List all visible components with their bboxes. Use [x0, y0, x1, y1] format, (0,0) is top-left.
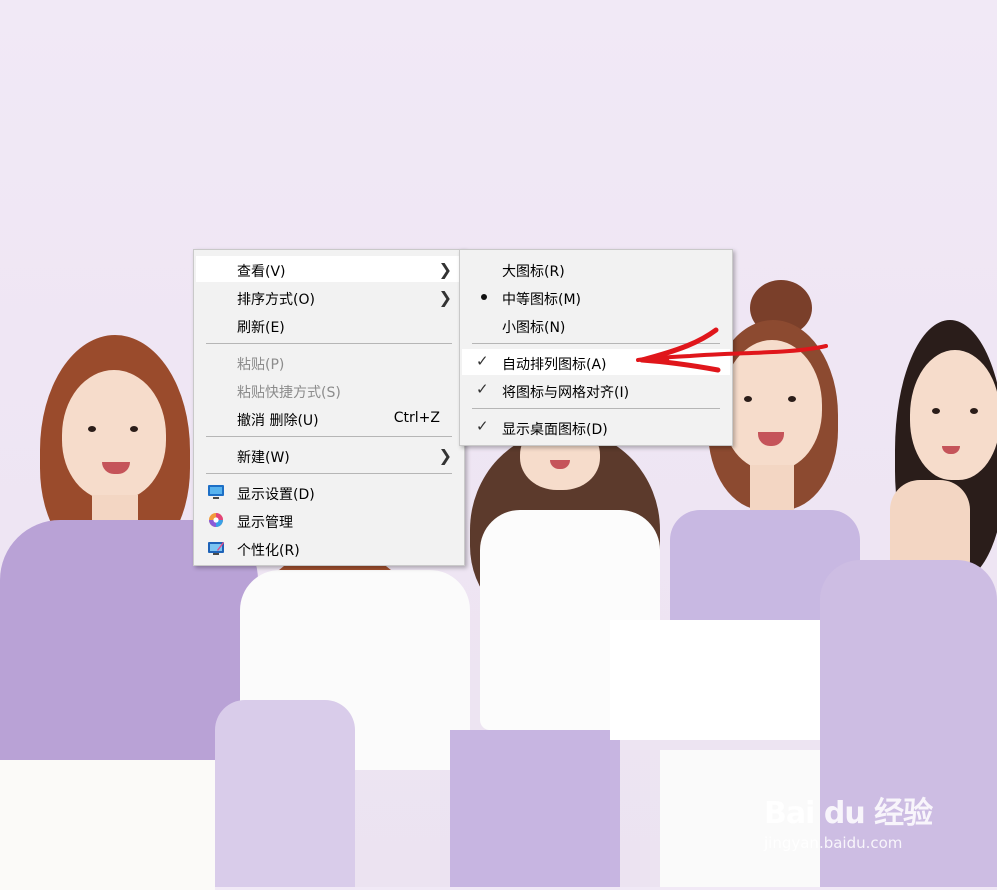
menu-separator: [206, 436, 452, 437]
submenu-item-align-to-grid[interactable]: ✓ 将图标与网格对齐(I): [462, 377, 730, 403]
menu-item-view[interactable]: 查看(V) ❯: [196, 256, 462, 282]
submenu-item-show-desktop-icons[interactable]: ✓ 显示桌面图标(D): [462, 414, 730, 440]
menu-item-sort-by[interactable]: 排序方式(O) ❯: [196, 284, 462, 310]
menu-item-label: 刷新(E): [237, 320, 285, 336]
menu-separator: [206, 343, 452, 344]
menu-item-personalize[interactable]: 个性化(R): [196, 535, 462, 561]
menu-item-label: 排序方式(O): [237, 292, 315, 308]
personalize-icon: [208, 542, 224, 555]
wallpaper-person-2: [215, 520, 475, 887]
desktop-context-menu: 查看(V) ❯ 排序方式(O) ❯ 刷新(E) 粘贴(P) 粘贴快捷方式(S) …: [193, 249, 465, 566]
menu-separator: [206, 473, 452, 474]
menu-item-refresh[interactable]: 刷新(E): [196, 312, 462, 338]
menu-item-label: 将图标与网格对齐(I): [502, 385, 630, 401]
menu-item-label: 新建(W): [237, 450, 290, 466]
menu-item-label: 撤消 删除(U): [237, 413, 319, 429]
watermark-logo: Bai du 经验: [764, 796, 933, 831]
baidu-jingyan-watermark: Bai du 经验 jingyan.baidu.com: [764, 788, 933, 852]
menu-item-label: 粘贴(P): [237, 357, 285, 373]
menu-item-paste-shortcut[interactable]: 粘贴快捷方式(S): [196, 377, 462, 403]
display-manager-icon: [209, 513, 223, 527]
menu-item-label: 显示管理: [237, 515, 293, 531]
menu-item-label: 个性化(R): [237, 543, 300, 559]
menu-item-shortcut: Ctrl+Z: [393, 410, 440, 426]
submenu-item-large-icons[interactable]: 大图标(R): [462, 256, 730, 282]
red-arrow-annotation: [636, 327, 828, 373]
menu-item-label: 中等图标(M): [502, 292, 582, 308]
watermark-url: jingyan.baidu.com: [764, 834, 903, 852]
menu-item-paste[interactable]: 粘贴(P): [196, 349, 462, 375]
menu-item-label: 小图标(N): [502, 320, 566, 336]
menu-item-display-manager[interactable]: 显示管理: [196, 507, 462, 533]
menu-item-label: 大图标(R): [502, 264, 565, 280]
checkmark-icon: ✓: [476, 352, 489, 370]
menu-separator: [472, 408, 720, 409]
checkmark-icon: ✓: [476, 417, 489, 435]
checkmark-icon: ✓: [476, 380, 489, 398]
radio-dot-icon: [481, 294, 487, 300]
chevron-right-icon: ❯: [438, 260, 452, 279]
menu-item-label: 查看(V): [237, 264, 286, 280]
menu-item-label: 自动排列图标(A): [502, 357, 607, 373]
menu-item-label: 显示设置(D): [237, 487, 315, 503]
menu-item-new[interactable]: 新建(W) ❯: [196, 442, 462, 468]
display-settings-icon: [208, 485, 224, 499]
menu-item-undo-delete[interactable]: 撤消 删除(U) Ctrl+Z: [196, 405, 462, 431]
menu-item-display-settings[interactable]: 显示设置(D): [196, 479, 462, 505]
chevron-right-icon: ❯: [438, 288, 452, 307]
menu-item-label: 粘贴快捷方式(S): [237, 385, 341, 401]
chevron-right-icon: ❯: [438, 446, 452, 465]
submenu-item-medium-icons[interactable]: 中等图标(M): [462, 284, 730, 310]
menu-item-label: 显示桌面图标(D): [502, 422, 608, 438]
